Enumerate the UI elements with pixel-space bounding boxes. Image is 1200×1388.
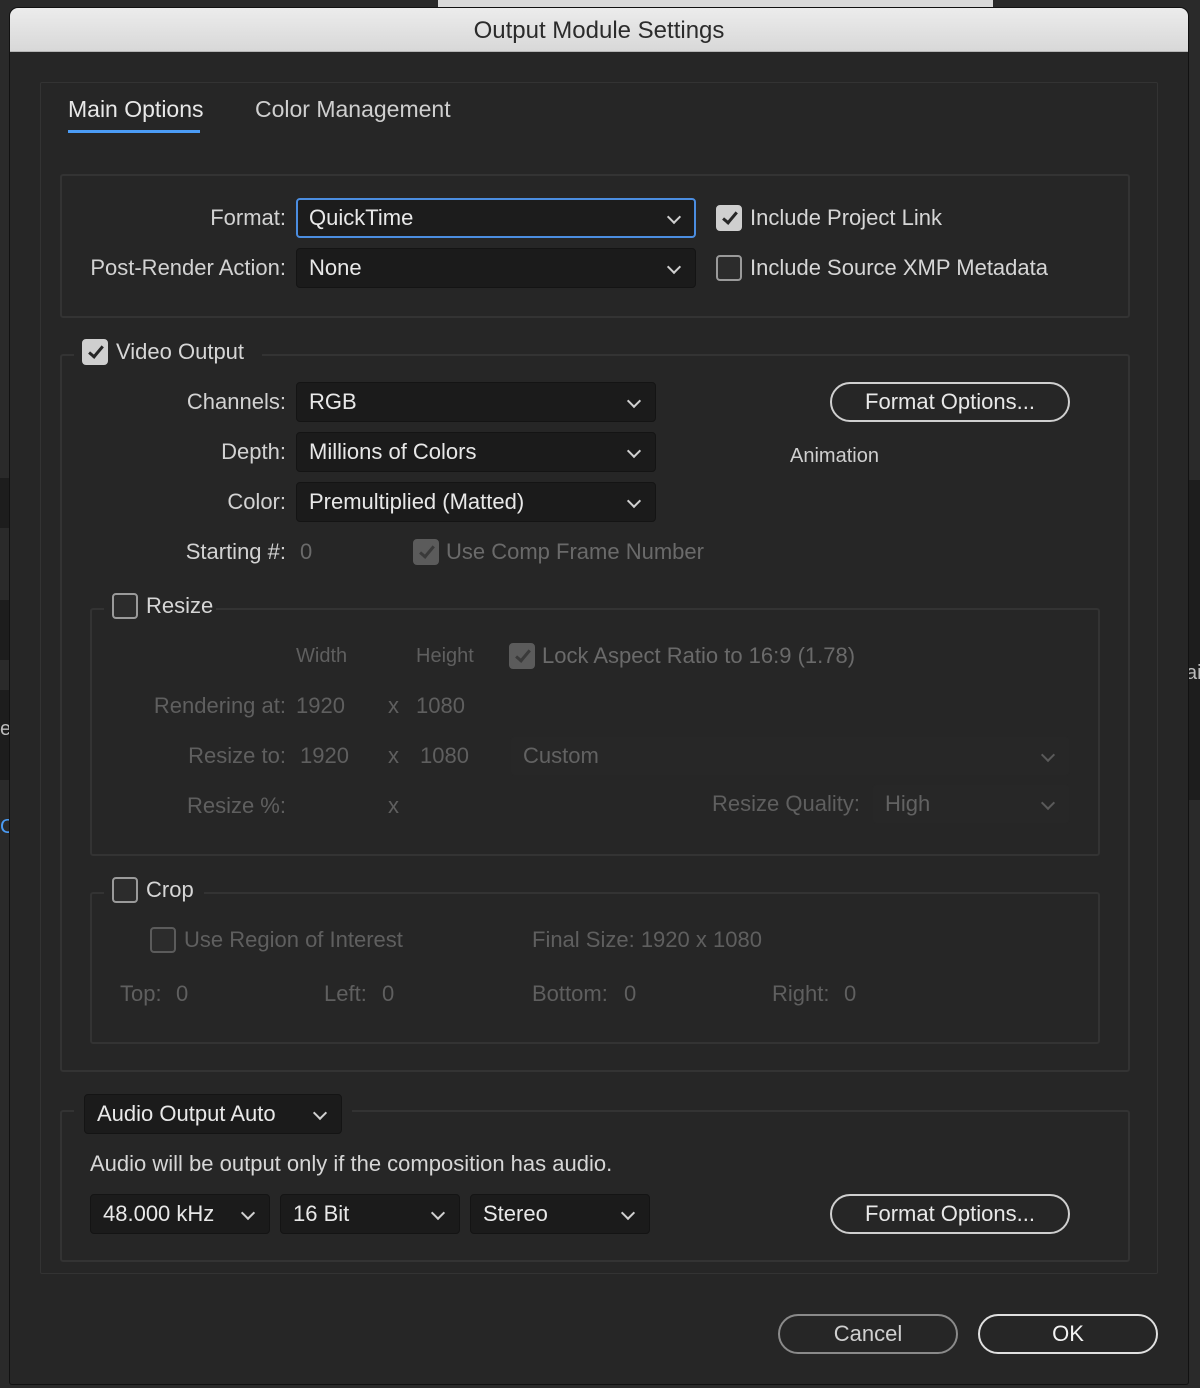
audio-note: Audio will be output only if the composi… [90,1151,613,1176]
color-dropdown[interactable]: Premultiplied (Matted) [296,482,656,522]
post-render-value: None [309,255,362,280]
use-region-of-interest-label: Use Region of Interest [184,927,403,952]
use-region-of-interest-checkbox[interactable] [150,927,176,953]
tab-color-management[interactable]: Color Management [255,96,451,123]
starting-number-label: Starting #: [185,539,286,564]
chevron-down-icon [1040,747,1056,763]
resize-percent-label: Resize %: [186,793,286,818]
format-group [60,174,1130,318]
depth-dropdown[interactable]: Millions of Colors [296,432,656,472]
resize-preset-dropdown[interactable]: Custom [510,736,1070,776]
include-project-link-checkbox[interactable] [716,205,742,231]
audio-sample-rate-dropdown[interactable]: 48.000 kHz [90,1194,270,1234]
chevron-down-icon [240,1205,256,1221]
resize-label: Resize [146,593,214,618]
crop-group [90,892,1100,1044]
times-symbol: x [388,693,399,718]
audio-output-mode-value: Audio Output Auto [97,1101,276,1126]
post-render-label: Post-Render Action: [90,255,286,280]
lock-aspect-label: Lock Aspect Ratio to 16:9 (1.78) [542,643,856,668]
audio-channels-value: Stereo [483,1201,548,1226]
channels-value: RGB [309,389,357,414]
times-symbol: x [388,743,399,768]
chevron-down-icon [626,443,642,459]
chevron-down-icon [626,493,642,509]
audio-bit-depth-value: 16 Bit [293,1201,350,1226]
crop-right-field[interactable]: 0 [844,981,856,1007]
chevron-down-icon [1040,795,1056,811]
video-output-checkbox[interactable] [82,339,108,365]
include-xmp-label: Include Source XMP Metadata [750,255,1048,280]
rendering-at-label: Rendering at: [153,693,286,718]
height-header: Height [416,645,474,667]
resize-to-height-field[interactable]: 1080 [420,743,469,769]
cancel-button[interactable]: Cancel [778,1314,958,1354]
width-header: Width [296,645,348,667]
include-project-link-label: Include Project Link [750,205,942,230]
checkmark-icon [515,646,531,663]
active-tab-indicator [68,130,200,133]
resize-quality-dropdown[interactable]: High [872,784,1070,824]
post-render-dropdown[interactable]: None [296,248,696,288]
chevron-down-icon [620,1205,636,1221]
crop-right-label: Right: [772,981,830,1006]
chevron-down-icon [626,393,642,409]
format-label: Format: [210,205,286,230]
use-comp-frame-label: Use Comp Frame Number [446,539,704,564]
rendering-height: 1080 [416,693,465,718]
chevron-down-icon [430,1205,446,1221]
color-label: Color: [227,489,286,514]
video-output-label: Video Output [116,339,245,364]
final-size-text: Final Size: 1920 x 1080 [532,927,762,952]
checkmark-icon [88,342,104,359]
format-dropdown[interactable]: QuickTime [296,198,696,238]
crop-top-field[interactable]: 0 [176,981,188,1007]
crop-checkbox[interactable] [112,877,138,903]
background-text: ai [1186,662,1200,684]
chevron-down-icon [312,1105,328,1121]
crop-left-field[interactable]: 0 [382,981,394,1007]
tab-main-options[interactable]: Main Options [68,96,204,123]
audio-bit-depth-dropdown[interactable]: 16 Bit [280,1194,460,1234]
depth-value: Millions of Colors [309,439,477,464]
output-module-settings-dialog: Output Module Settings Main Options Colo… [10,8,1188,1384]
resize-quality-label: Resize Quality: [712,791,860,816]
audio-output-mode-dropdown[interactable]: Audio Output Auto [84,1094,342,1134]
crop-top-label: Top: [120,981,162,1006]
crop-label: Crop [146,877,194,902]
chevron-down-icon [666,259,682,275]
ok-button[interactable]: OK [978,1314,1158,1354]
include-xmp-checkbox[interactable] [716,255,742,281]
color-value: Premultiplied (Matted) [309,489,525,514]
crop-bottom-field[interactable]: 0 [624,981,636,1007]
resize-to-width-field[interactable]: 1920 [300,743,349,769]
use-comp-frame-checkbox[interactable] [413,539,439,565]
background-panel-edge [1188,480,1200,800]
audio-format-options-button[interactable]: Format Options... [830,1194,1070,1234]
rendering-width: 1920 [296,693,345,718]
channels-dropdown[interactable]: RGB [296,382,656,422]
resize-preset-value: Custom [523,743,599,768]
window-title: Output Module Settings [10,8,1188,52]
depth-label: Depth: [221,439,286,464]
checkmark-icon [419,542,435,559]
checkmark-icon [722,208,738,225]
codec-label: Animation [790,445,879,467]
lock-aspect-checkbox[interactable] [509,643,535,669]
channels-label: Channels: [186,389,286,414]
audio-channels-dropdown[interactable]: Stereo [470,1194,650,1234]
times-symbol: x [388,793,399,818]
resize-to-label: Resize to: [188,743,286,768]
resize-quality-value: High [885,791,931,816]
format-value: QuickTime [309,205,414,230]
crop-bottom-label: Bottom: [532,981,608,1006]
chevron-down-icon [666,209,682,225]
starting-number-field[interactable]: 0 [300,539,312,565]
audio-sample-rate-value: 48.000 kHz [103,1201,215,1226]
crop-left-label: Left: [324,981,367,1006]
video-format-options-button[interactable]: Format Options... [830,382,1070,422]
resize-checkbox[interactable] [112,593,138,619]
